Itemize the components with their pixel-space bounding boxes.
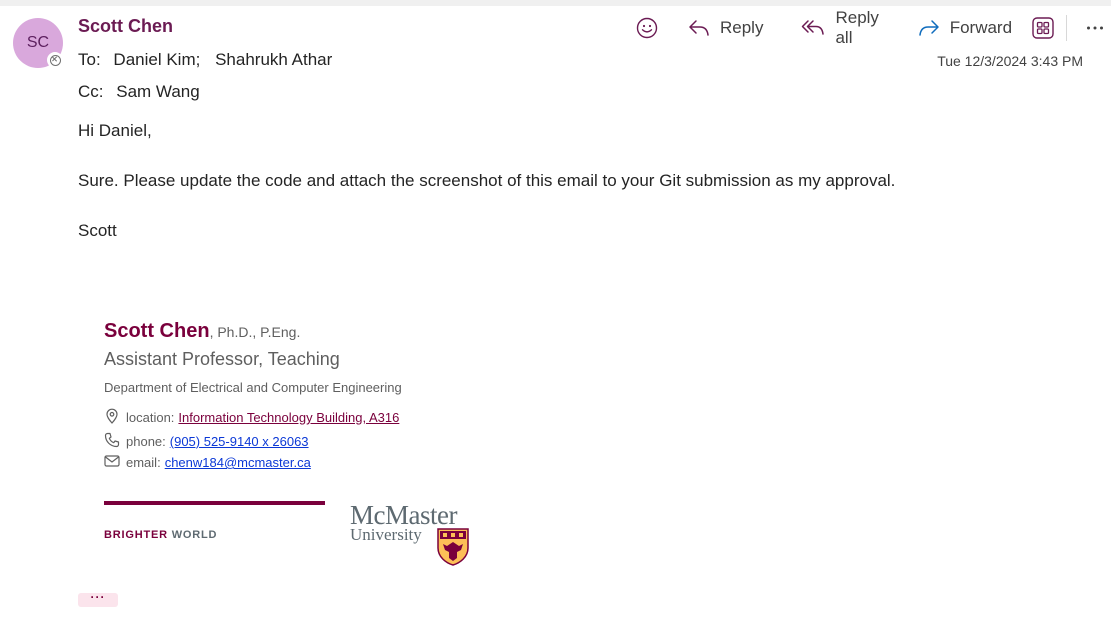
greeting: Hi Daniel, bbox=[78, 121, 152, 140]
message-toolbar: Reply Reply all Forward bbox=[630, 8, 1111, 47]
sender-name[interactable]: Scott Chen bbox=[78, 16, 173, 37]
cc-line: Cc: Sam Wang bbox=[78, 82, 210, 102]
to-line: To: Daniel Kim; Shahrukh Athar bbox=[78, 50, 342, 70]
location-pin-icon bbox=[104, 408, 126, 427]
more-actions-button[interactable] bbox=[1079, 12, 1111, 44]
show-more-button[interactable]: ··· bbox=[78, 591, 118, 607]
signature-name: Scott Chen bbox=[104, 320, 210, 342]
cc-recipient-sam-wang[interactable]: Sam Wang bbox=[116, 82, 199, 101]
toolbar-divider bbox=[1066, 15, 1067, 41]
email-label: email: bbox=[126, 455, 161, 470]
reply-label: Reply bbox=[720, 18, 764, 37]
brand-word-1: BRIGHTER bbox=[104, 529, 168, 541]
reply-button[interactable]: Reply bbox=[682, 12, 769, 44]
signature-location-row: location: Information Technology Buildin… bbox=[104, 408, 399, 427]
signoff: Scott bbox=[78, 221, 117, 240]
more-horizontal-icon bbox=[1085, 18, 1105, 38]
phone-icon bbox=[104, 432, 126, 451]
top-divider bbox=[0, 0, 1111, 6]
message-body: Sure. Please update the code and attach … bbox=[78, 171, 896, 190]
reply-all-button[interactable]: Reply all bbox=[795, 8, 899, 47]
mail-icon bbox=[104, 454, 126, 471]
location-label: location: bbox=[126, 410, 175, 425]
logo-wordmark-bottom: University bbox=[350, 525, 422, 544]
recipient-shahrukh-athar[interactable]: Shahrukh Athar bbox=[215, 50, 332, 69]
forward-icon bbox=[918, 18, 940, 38]
avatar-initials: SC bbox=[26, 34, 50, 51]
forward-button[interactable]: Forward bbox=[912, 12, 1018, 44]
email-link[interactable]: chenw184@mcmaster.ca bbox=[165, 455, 311, 470]
signature-credentials: , Ph.D., P.Eng. bbox=[209, 324, 301, 340]
reply-all-label: Reply all bbox=[835, 8, 879, 47]
signature-email-row: email: chenw184@mcmaster.ca bbox=[104, 454, 311, 471]
phone-link[interactable]: (905) 525-9140 x 26063 bbox=[170, 434, 309, 449]
brighter-world-tagline: BRIGHTER WORLD bbox=[104, 529, 217, 541]
signature-department: Department of Electrical and Computer En… bbox=[104, 380, 402, 395]
signature-phone-row: phone: (905) 525-9140 x 26063 bbox=[104, 432, 309, 451]
signature-name-line: Scott Chen, Ph.D., P.Eng. bbox=[104, 320, 300, 343]
signature-title: Assistant Professor, Teaching bbox=[104, 349, 340, 369]
forward-label: Forward bbox=[949, 18, 1013, 37]
location-link[interactable]: Information Technology Building, A316 bbox=[178, 410, 399, 425]
recipient-daniel-kim[interactable]: Daniel Kim; bbox=[113, 50, 200, 69]
apps-button[interactable] bbox=[1026, 12, 1060, 44]
sent-date: Tue 12/3/2024 3:43 PM bbox=[937, 53, 1083, 69]
apps-grid-icon bbox=[1032, 17, 1054, 39]
to-label: To: bbox=[78, 50, 101, 69]
cc-label: Cc: bbox=[78, 82, 104, 101]
reply-all-icon bbox=[801, 18, 825, 38]
presence-offline-icon bbox=[47, 52, 63, 68]
phone-label: phone: bbox=[126, 434, 166, 449]
emoji-icon bbox=[636, 17, 658, 39]
crest-icon bbox=[437, 528, 469, 571]
brand-word-2: WORLD bbox=[171, 529, 218, 541]
reply-icon bbox=[688, 18, 710, 38]
emoji-reaction-button[interactable] bbox=[630, 12, 664, 44]
brand-divider bbox=[104, 501, 325, 505]
